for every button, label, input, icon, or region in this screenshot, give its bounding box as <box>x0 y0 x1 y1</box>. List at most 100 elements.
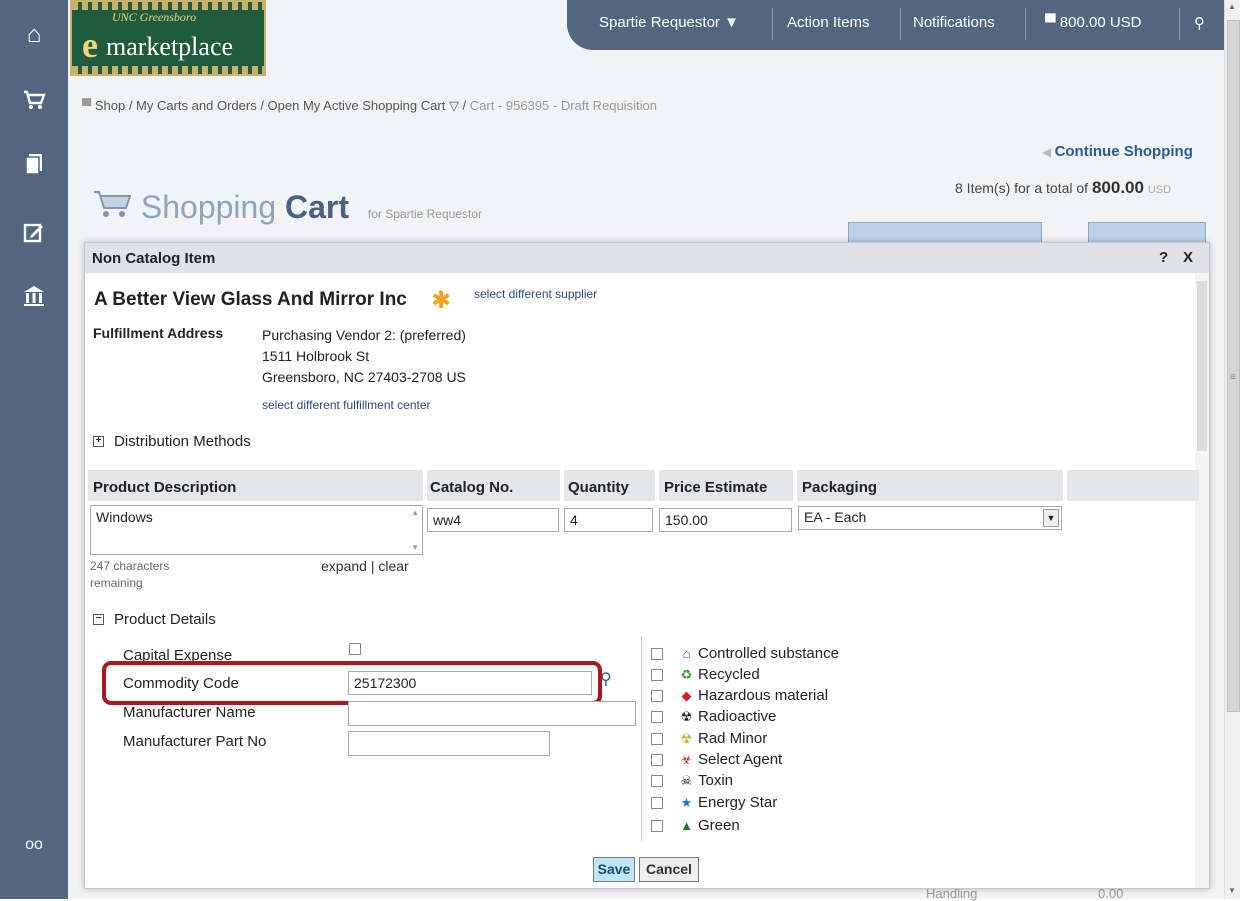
attribute-energy-star: ★ Energy Star <box>680 794 778 811</box>
documents-icon[interactable] <box>0 152 68 184</box>
attribute-checkbox[interactable] <box>651 733 663 745</box>
dialog-scrollbar[interactable] <box>1195 273 1209 888</box>
attribute-checkbox[interactable] <box>651 690 663 702</box>
breadcrumb: ▀ Shop / My Carts and Orders / Open My A… <box>82 98 657 113</box>
left-rail: ⌂ oo <box>0 0 68 899</box>
chevron-down-icon[interactable]: ▼ <box>1043 509 1059 527</box>
attribute-checkbox[interactable] <box>651 797 663 809</box>
manufacturer-name-label: Manufacturer Name <box>123 704 256 721</box>
logo-e: e <box>82 25 98 65</box>
notifications-link[interactable]: Notifications <box>913 14 995 31</box>
col-quantity: Quantity <box>568 479 629 496</box>
cart-total: 800.00 USD <box>1059 14 1142 31</box>
non-catalog-item-dialog: Non Catalog Item ? X A Better View Glass… <box>84 242 1210 889</box>
col-packaging: Packaging <box>802 479 878 496</box>
collapse-icon[interactable]: − <box>93 614 104 625</box>
manufacturer-name-input[interactable] <box>348 701 636 726</box>
capital-expense-checkbox[interactable] <box>349 643 361 655</box>
rad-minor-icon: ☢ <box>680 731 693 746</box>
page-scrollbar[interactable]: ▲ ≡ ▼ <box>1224 0 1240 899</box>
breadcrumb-current: Cart - 956395 - Draft Requisition <box>469 98 657 113</box>
clear-link[interactable]: clear <box>378 558 408 574</box>
help-button[interactable]: ? <box>1159 249 1168 266</box>
action-button-bg <box>1088 222 1206 243</box>
proceed-button-bg <box>848 222 1042 243</box>
cart-total-amount: 800.00 <box>1091 178 1144 197</box>
supplier-name: A Better View Glass And Mirror Inc <box>94 289 407 310</box>
select-fulfillment-link[interactable]: select different fulfillment center <box>262 398 431 412</box>
recycled-icon: ♻ <box>680 667 693 682</box>
expand-icon[interactable]: + <box>93 436 104 447</box>
product-details-toggle[interactable]: Product Details <box>114 611 216 628</box>
controlled-substance-icon: ⌂ <box>682 646 691 661</box>
attribute-checkbox[interactable] <box>651 775 663 787</box>
dialog-header <box>85 243 1209 273</box>
attribute-recycled: ♻ Recycled <box>680 666 760 683</box>
divider <box>641 636 642 841</box>
save-button[interactable]: Save <box>593 857 635 882</box>
home-icon[interactable]: ⌂ <box>0 20 68 50</box>
attribute-toxin: ☠ Toxin <box>680 772 734 789</box>
logo-subtitle: UNC Greensboro <box>112 10 197 24</box>
fulfillment-address: Purchasing Vendor 2: (preferred) 1511 Ho… <box>262 327 466 385</box>
select-agent-icon: ☣ <box>680 752 693 767</box>
hazardous-icon: ◆ <box>681 688 692 703</box>
chevron-down-icon[interactable]: ▽ <box>449 98 459 113</box>
attribute-checkbox[interactable] <box>651 820 663 832</box>
attribute-checkbox[interactable] <box>651 669 663 681</box>
breadcrumb-shop[interactable]: Shop <box>95 98 125 113</box>
breadcrumb-carts[interactable]: My Carts and Orders <box>136 98 257 113</box>
shopping-cart-icon <box>92 189 141 225</box>
manufacturer-part-label: Manufacturer Part No <box>123 733 267 750</box>
green-icon: ▲ <box>680 818 693 833</box>
fulfillment-label: Fulfillment Address <box>93 325 224 341</box>
packaging-select[interactable]: EA - Each ▼ <box>798 506 1062 530</box>
action-items-link[interactable]: Action Items <box>787 14 870 31</box>
attribute-green: ▲ Green <box>680 817 740 834</box>
breadcrumb-open-cart[interactable]: Open My Active Shopping Cart <box>268 98 446 113</box>
attribute-checkbox[interactable] <box>651 754 663 766</box>
radioactive-icon: ☢ <box>680 709 693 724</box>
characters-remaining: 247 characters remaining <box>90 559 170 590</box>
attribute-checkbox[interactable] <box>651 648 663 660</box>
search-icon[interactable]: ⚲ <box>1194 14 1205 32</box>
attribute-hazardous: ◆ Hazardous material <box>679 687 829 704</box>
top-nav: Spartie Requestor ▼ Action Items Notific… <box>567 0 1224 50</box>
bank-icon[interactable] <box>0 284 68 316</box>
catalog-no-input[interactable]: ww4 <box>427 508 559 532</box>
attribute-rad-minor: ☢ Rad Minor <box>680 730 768 747</box>
close-button[interactable]: X <box>1183 249 1193 266</box>
table-header <box>88 470 1199 501</box>
attribute-checkbox[interactable] <box>651 711 663 723</box>
product-description-input[interactable]: Windows ▲ ▼ <box>90 505 423 555</box>
distribution-methods-toggle[interactable]: Distribution Methods <box>114 433 251 450</box>
toxin-icon: ☠ <box>680 773 693 788</box>
select-supplier-link[interactable]: select different supplier <box>474 287 597 301</box>
highlight-annotation <box>102 661 602 705</box>
energy-star-icon: ★ <box>680 795 693 810</box>
user-menu[interactable]: Spartie Requestor ▼ <box>599 14 739 31</box>
preferred-star-icon: ✱ <box>431 287 452 314</box>
cart-total-link[interactable]: ▀ 800.00 USD <box>1045 14 1142 31</box>
expand-link[interactable]: expand <box>321 558 367 574</box>
marketplace-logo[interactable]: UNC Greensboro e marketplace <box>70 0 266 76</box>
col-product-description: Product Description <box>93 479 237 496</box>
edit-icon[interactable] <box>0 220 68 252</box>
back-circle-icon: ◀ <box>1042 145 1055 159</box>
quantity-input[interactable]: 4 <box>564 508 653 532</box>
col-price-estimate: Price Estimate <box>664 479 768 496</box>
attribute-select-agent: ☣ Select Agent <box>680 751 783 768</box>
page-title: Shopping Cart for Spartie Requestor <box>92 188 482 226</box>
cancel-button[interactable]: Cancel <box>639 857 699 882</box>
continue-shopping-link[interactable]: ◀ Continue Shopping <box>1042 143 1193 160</box>
cart-icon[interactable] <box>0 88 68 120</box>
cart-icon: ▀ <box>1045 14 1060 31</box>
binoculars-icon[interactable]: oo <box>0 830 68 860</box>
attribute-radioactive: ☢ Radioactive <box>680 708 777 725</box>
dialog-title: Non Catalog Item <box>92 250 216 267</box>
attribute-controlled-substance: ⌂ Controlled substance <box>679 645 839 662</box>
col-catalog-no: Catalog No. <box>430 479 514 496</box>
cart-icon: ▀ <box>82 98 95 113</box>
price-estimate-input[interactable]: 150.00 <box>659 508 792 532</box>
manufacturer-part-input[interactable] <box>348 731 550 756</box>
